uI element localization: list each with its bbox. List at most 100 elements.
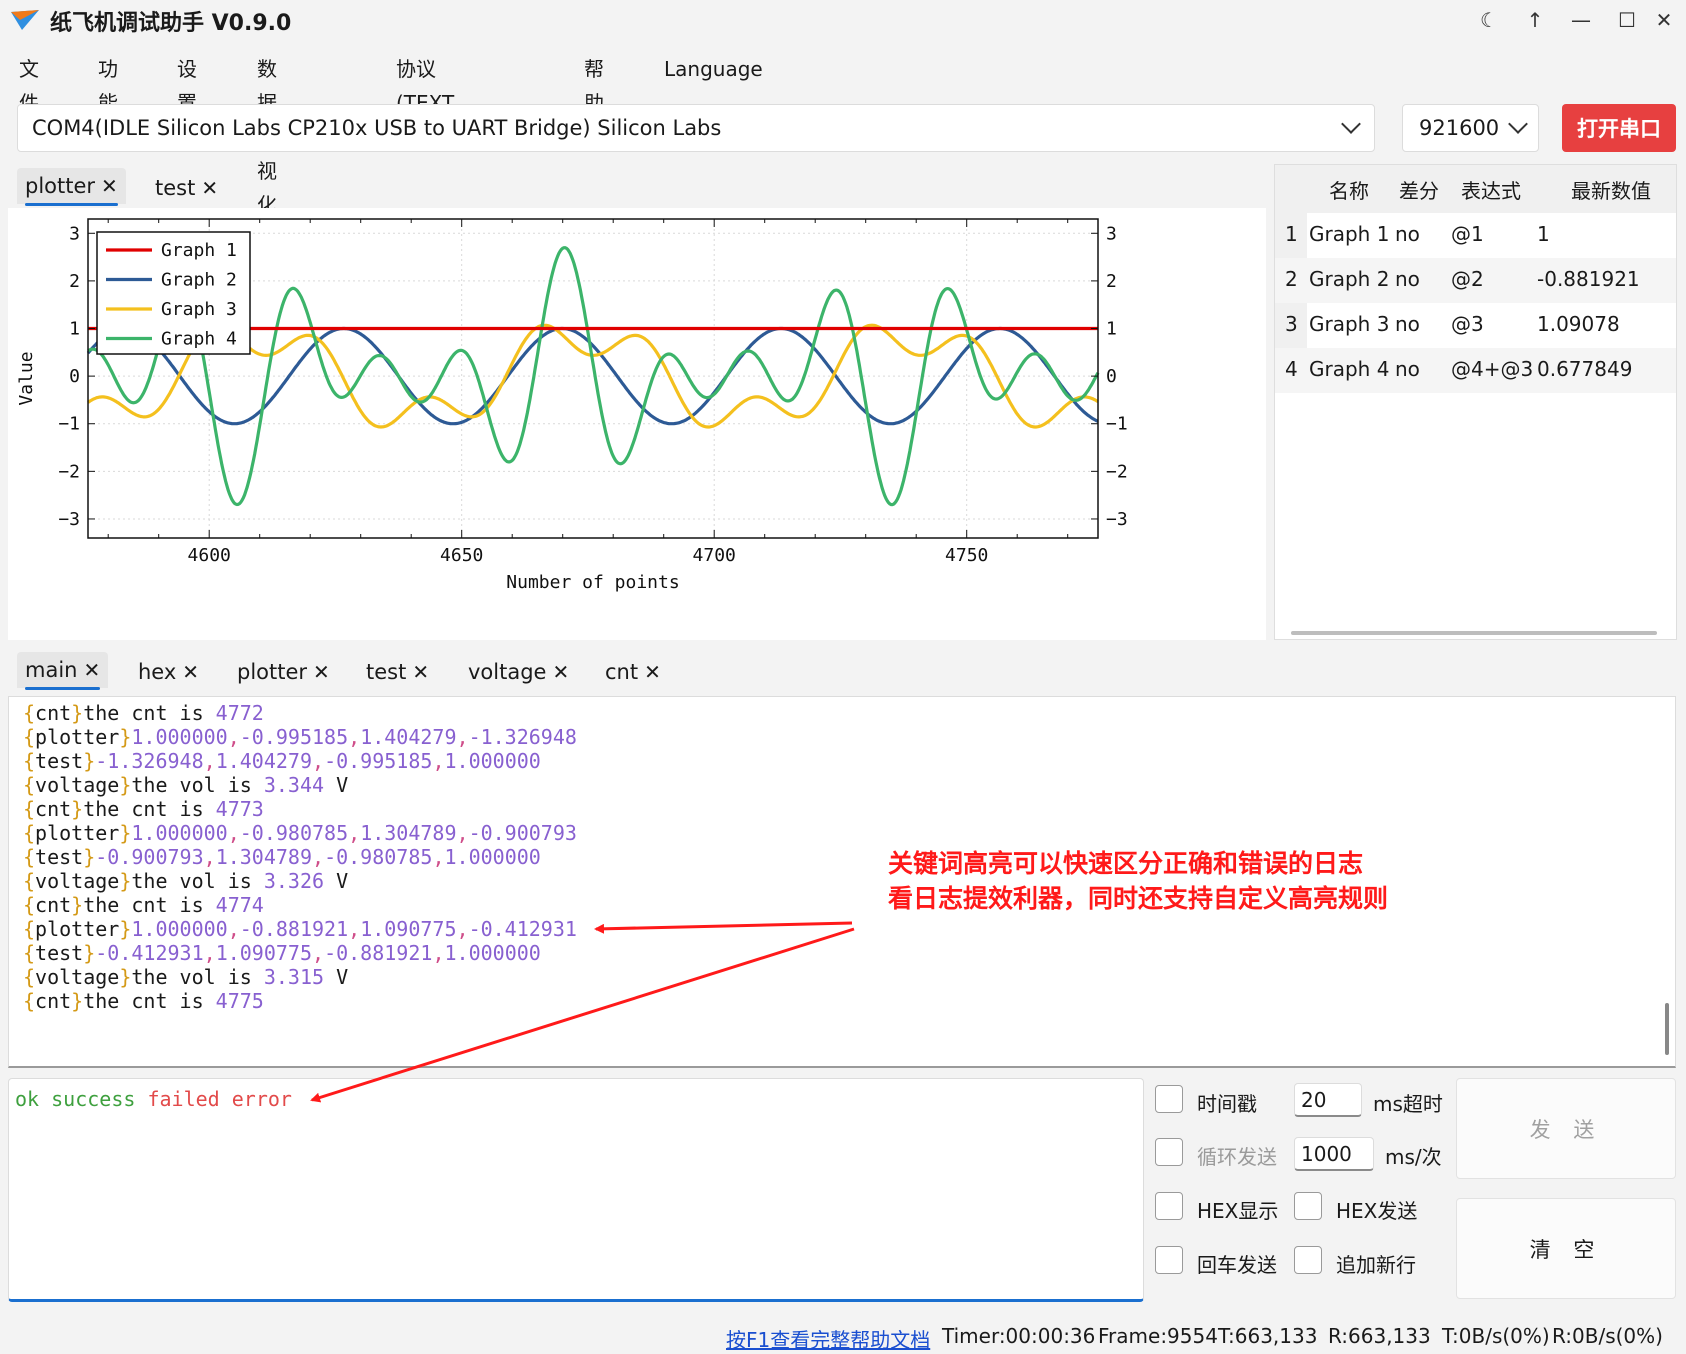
- close-tab-icon[interactable]: ✕: [182, 660, 199, 684]
- tag-brace: }: [119, 917, 132, 941]
- pin-top-icon[interactable]: ↑: [1512, 0, 1558, 40]
- tab-label: main: [25, 658, 78, 682]
- tag-brace: {: [23, 965, 36, 989]
- log-line: {test}-0.412931,1.090775,-0.881921,1.000…: [23, 941, 541, 965]
- hex-send-checkbox[interactable]: [1294, 1192, 1322, 1220]
- table-row[interactable]: 1 Graph 1 no @1 1: [1275, 213, 1676, 258]
- diff-flag-cell: no: [1395, 312, 1420, 336]
- open-port-button[interactable]: 打开串口: [1562, 104, 1676, 152]
- close-tab-icon[interactable]: ✕: [313, 660, 330, 684]
- tab-test-log[interactable]: test ✕: [358, 654, 437, 690]
- append-newline-checkbox[interactable]: [1294, 1246, 1322, 1274]
- tab-label: voltage: [468, 660, 547, 684]
- timestamp-checkbox[interactable]: [1155, 1085, 1183, 1113]
- log-tag: cnt: [35, 989, 72, 1013]
- log-output[interactable]: {cnt}the cnt is 4772 {plotter}1.000000,-0…: [8, 696, 1676, 1068]
- log-number: 1.090775: [360, 917, 457, 941]
- close-icon[interactable]: ✕: [1642, 0, 1686, 40]
- tab-plotter[interactable]: plotter ✕: [17, 168, 126, 206]
- log-text: the vol is: [131, 869, 264, 893]
- row-index-cell: 2: [1285, 267, 1298, 291]
- log-separator: ,: [456, 821, 469, 845]
- tab-hex[interactable]: hex ✕: [130, 654, 207, 690]
- expression-cell: @2: [1451, 267, 1484, 291]
- keyword-success-text: ok success: [15, 1087, 136, 1111]
- loop-send-checkbox[interactable]: [1155, 1138, 1183, 1166]
- log-number: -0.881921: [239, 917, 349, 941]
- tag-brace: {: [23, 701, 36, 725]
- log-number: 1.000000: [131, 821, 228, 845]
- x-tick-label: 4600: [188, 545, 231, 566]
- send-button[interactable]: 发 送: [1456, 1078, 1676, 1179]
- log-number: -0.900793: [468, 821, 577, 845]
- log-text: the cnt is: [83, 701, 216, 725]
- vertical-scrollbar[interactable]: [1665, 1003, 1669, 1055]
- tag-brace: }: [71, 797, 84, 821]
- log-tag: cnt: [35, 797, 72, 821]
- log-line: {cnt}the cnt is 4775: [23, 989, 264, 1013]
- column-header-name[interactable]: 名称: [1329, 175, 1369, 204]
- log-number: -1.326948: [95, 749, 204, 773]
- table-row[interactable]: 3 Graph 3 no @3 1.09078: [1275, 303, 1676, 348]
- enter-send-checkbox[interactable]: [1155, 1246, 1183, 1274]
- send-input-text[interactable]: ok success failed error: [15, 1087, 292, 1111]
- table-row[interactable]: 2 Graph 2 no @2 -0.881921: [1275, 258, 1676, 303]
- log-separator: ,: [456, 917, 469, 941]
- tag-brace: {: [23, 941, 36, 965]
- close-tab-icon[interactable]: ✕: [201, 176, 218, 200]
- baud-rate-select[interactable]: 921600: [1402, 104, 1539, 152]
- close-tab-icon[interactable]: ✕: [552, 660, 569, 684]
- close-tab-icon[interactable]: ✕: [101, 174, 118, 198]
- log-separator: ,: [227, 725, 240, 749]
- loop-interval-field[interactable]: 1000: [1294, 1137, 1374, 1171]
- column-header-latest-value[interactable]: 最新数值: [1571, 175, 1651, 204]
- timeout-field[interactable]: 20: [1294, 1083, 1362, 1117]
- log-number: -0.900793: [95, 845, 204, 869]
- hex-display-label: HEX显示: [1197, 1199, 1279, 1223]
- log-line: {test}-0.900793,1.304789,-0.980785,1.000…: [23, 845, 541, 869]
- tab-test[interactable]: test ✕: [147, 170, 226, 206]
- tag-brace: {: [23, 749, 36, 773]
- tag-brace: {: [23, 869, 36, 893]
- table-row[interactable]: 4 Graph 4 no @4+@3 0.677849: [1275, 348, 1676, 393]
- log-number: 3.315: [263, 965, 325, 989]
- legend-label: Graph 1: [161, 240, 237, 261]
- legend-label: Graph 4: [161, 329, 237, 350]
- tab-plotter-log[interactable]: plotter ✕: [229, 654, 338, 690]
- send-input[interactable]: ok success failed error: [8, 1078, 1144, 1302]
- tab-main[interactable]: main ✕: [17, 652, 109, 690]
- timer-text: Timer:00:00:36: [942, 1324, 1096, 1348]
- horizontal-scrollbar[interactable]: [1291, 631, 1657, 635]
- log-number: -0.980785: [324, 845, 433, 869]
- column-header-expression[interactable]: 表达式: [1461, 175, 1521, 204]
- line-chart[interactable]: −3 −3 −2 −2 −1 −1 0 0 1 1 2 2 3 3 4600 4650 4700 4750 Numb…: [8, 208, 1266, 640]
- close-tab-icon[interactable]: ✕: [83, 658, 100, 682]
- log-number: 1.090775: [215, 941, 313, 965]
- menu-language[interactable]: Language: [664, 52, 763, 86]
- tab-voltage[interactable]: voltage ✕: [460, 654, 577, 690]
- close-tab-icon[interactable]: ✕: [412, 660, 429, 684]
- hex-send-label: HEX发送: [1336, 1199, 1418, 1223]
- help-link[interactable]: 按F1查看完整帮助文档: [726, 1324, 930, 1353]
- log-line: {test}-1.326948,1.404279,-0.995185,1.000…: [23, 749, 541, 773]
- expression-cell: @4+@3: [1451, 357, 1534, 381]
- hex-display-checkbox[interactable]: [1155, 1192, 1183, 1220]
- log-tag: cnt: [35, 893, 72, 917]
- port-select[interactable]: COM4(IDLE Silicon Labs CP210x USB to UAR…: [17, 104, 1375, 152]
- tag-brace: {: [23, 773, 36, 797]
- log-number: 4775: [215, 989, 264, 1013]
- close-tab-icon[interactable]: ✕: [644, 660, 661, 684]
- log-separator: ,: [348, 917, 361, 941]
- clear-button[interactable]: 清 空: [1456, 1198, 1676, 1299]
- tag-brace: {: [23, 893, 36, 917]
- tab-label: cnt: [605, 660, 639, 684]
- y-tick-label: 3: [69, 223, 80, 244]
- log-text: V: [324, 965, 349, 989]
- minimize-icon[interactable]: —: [1558, 0, 1604, 40]
- theme-toggle-icon[interactable]: ☾: [1466, 0, 1512, 40]
- tab-cnt[interactable]: cnt ✕: [597, 654, 669, 690]
- graph-name-cell: Graph 4: [1309, 357, 1390, 381]
- column-header-diff[interactable]: 差分: [1399, 175, 1439, 204]
- plot-panel[interactable]: −3 −3 −2 −2 −1 −1 0 0 1 1 2 2 3 3 4600 4650 4700 4750 Numb…: [8, 208, 1266, 640]
- frame-count: Frame:9554: [1098, 1324, 1218, 1348]
